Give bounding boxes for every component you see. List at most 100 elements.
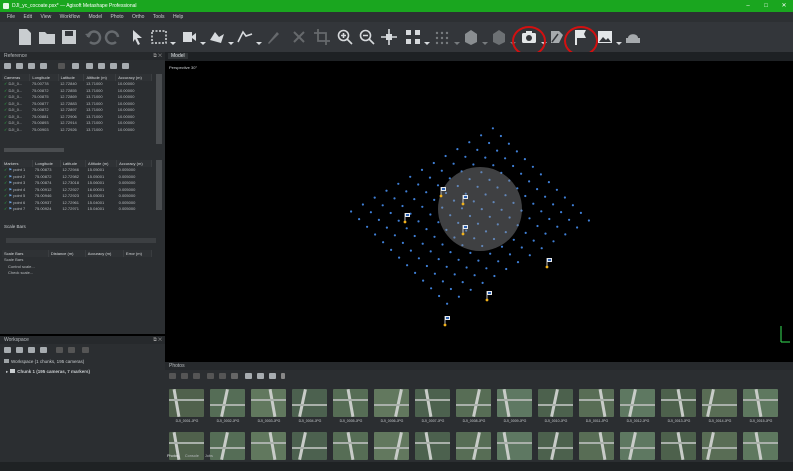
camera-dot[interactable] xyxy=(528,217,531,220)
tab-photos[interactable]: Photos xyxy=(167,454,179,458)
camera-dot[interactable] xyxy=(547,181,550,184)
cell[interactable]: 15.04001 xyxy=(86,206,117,213)
camera-dot[interactable] xyxy=(556,225,559,228)
open-folder-icon[interactable] xyxy=(38,28,56,46)
table-row[interactable]: ✓ ⚑ point 3 75.00874 12.73018 15.06001 0.005… xyxy=(2,180,152,187)
camera-dot[interactable] xyxy=(515,150,518,153)
camera-dot[interactable] xyxy=(397,219,400,222)
camera-dot[interactable] xyxy=(568,218,571,221)
camera-dot[interactable] xyxy=(432,161,435,165)
settings-icon[interactable] xyxy=(122,63,129,69)
photo-thumbnail[interactable] xyxy=(497,432,532,460)
camera-dot[interactable] xyxy=(532,239,535,242)
checkbox-icon[interactable]: ✓ xyxy=(4,187,7,192)
photo-thumbnail[interactable] xyxy=(620,389,655,417)
camera-dot[interactable] xyxy=(484,156,487,159)
camera-dot[interactable] xyxy=(564,233,567,236)
camera-dot[interactable] xyxy=(560,211,563,214)
cameras-hscrollbar[interactable] xyxy=(4,148,64,152)
camera-dot[interactable] xyxy=(496,149,499,152)
disable-icon[interactable] xyxy=(68,347,75,353)
rect-select-icon[interactable] xyxy=(150,28,168,46)
camera-dot[interactable] xyxy=(523,158,526,161)
camera-dot[interactable] xyxy=(444,154,447,158)
clear-icon[interactable] xyxy=(40,63,47,69)
camera-dot[interactable] xyxy=(536,188,539,191)
camera-dot[interactable] xyxy=(381,204,384,207)
menu-ortho[interactable]: Ortho xyxy=(132,12,145,22)
camera-dot[interactable] xyxy=(488,141,491,145)
convert-icon[interactable] xyxy=(28,63,35,69)
camera-dot[interactable] xyxy=(425,264,428,268)
checkbox-icon[interactable]: ✓ xyxy=(4,167,7,172)
chevron-down-icon[interactable] xyxy=(169,34,177,52)
camera-dot[interactable] xyxy=(413,198,416,201)
camera-dot[interactable] xyxy=(461,281,464,284)
maximize-button[interactable]: □ xyxy=(757,0,775,12)
cell[interactable]: 10.00000 xyxy=(116,126,152,133)
camera-dot[interactable] xyxy=(452,162,455,165)
camera-dot[interactable] xyxy=(516,261,520,264)
marker-flag-icon[interactable] xyxy=(545,258,552,269)
camera-dot[interactable] xyxy=(477,259,480,262)
camera-dot[interactable] xyxy=(449,287,452,291)
camera-dot[interactable] xyxy=(405,227,408,230)
marker-flag-icon[interactable] xyxy=(485,291,492,302)
camera-dot[interactable] xyxy=(421,205,424,208)
camera-dot[interactable] xyxy=(499,134,502,138)
camera-dot[interactable] xyxy=(433,235,436,238)
menu-model[interactable]: Model xyxy=(88,12,102,22)
rotate-right-icon[interactable] xyxy=(219,373,226,379)
camera-dot[interactable] xyxy=(440,169,443,172)
photo-thumbnail[interactable] xyxy=(251,389,286,417)
photo-thumbnail[interactable] xyxy=(415,389,450,417)
camera-dot[interactable] xyxy=(497,260,500,263)
photo-thumbnail[interactable] xyxy=(210,389,245,417)
camera-dot[interactable] xyxy=(520,246,523,249)
checkbox-icon[interactable]: ✓ xyxy=(4,114,7,119)
camera-dot[interactable] xyxy=(409,249,412,252)
menu-workflow[interactable]: Workflow xyxy=(60,12,80,22)
camera-dot[interactable] xyxy=(430,287,433,290)
camera-dot[interactable] xyxy=(468,141,471,144)
photo-thumbnail[interactable] xyxy=(661,432,696,460)
checkbox-icon[interactable]: ✓ xyxy=(4,107,7,112)
camera-dot[interactable] xyxy=(417,257,420,260)
camera-dot[interactable] xyxy=(377,218,380,221)
camera-dot[interactable] xyxy=(422,279,425,282)
photo-thumbnail[interactable] xyxy=(456,389,491,417)
checkbox-icon[interactable]: ✓ xyxy=(4,81,7,86)
camera-dot[interactable] xyxy=(480,134,483,137)
add-folder-icon[interactable] xyxy=(28,347,35,353)
camera-dot[interactable] xyxy=(507,142,510,145)
cell[interactable]: 0.005000 xyxy=(117,206,152,213)
menu-edit[interactable]: Edit xyxy=(23,12,32,22)
shape-icon[interactable] xyxy=(208,28,226,46)
chevron-down-icon[interactable] xyxy=(423,34,431,52)
camera-dot[interactable] xyxy=(563,196,566,199)
camera-dot[interactable] xyxy=(441,243,444,246)
checkbox-icon[interactable]: ✓ xyxy=(4,120,7,125)
camera-dot[interactable] xyxy=(464,155,467,158)
chevron-down-icon[interactable] xyxy=(199,34,207,52)
camera-dot[interactable] xyxy=(413,234,416,238)
checkbox-icon[interactable]: ✓ xyxy=(4,180,7,185)
camera-dot[interactable] xyxy=(433,198,436,201)
disable-camera-icon[interactable] xyxy=(181,373,188,379)
brush-icon[interactable] xyxy=(264,28,282,46)
photo-thumbnail[interactable] xyxy=(374,389,409,417)
table-row[interactable]: ✓ ⚑ point 5 75.00946 12.72923 15.05001 0.005… xyxy=(2,193,152,200)
workspace-root[interactable]: Workspace (1 chunks, 195 cameras) xyxy=(4,359,84,364)
camera-dot[interactable] xyxy=(436,184,440,187)
menu-view[interactable]: View xyxy=(40,12,51,22)
expand-arrow-icon[interactable]: ▸ xyxy=(6,369,8,374)
table-row[interactable]: ✓ ⚑ point 4 75.00912 12.72927 16.00001 0.005… xyxy=(2,186,152,193)
photo-thumbnail[interactable] xyxy=(743,389,778,417)
dense-cloud-icon[interactable] xyxy=(434,28,452,46)
chevron-down-icon[interactable] xyxy=(615,34,623,52)
checkbox-icon[interactable]: ✓ xyxy=(4,193,7,198)
camera-dot[interactable] xyxy=(508,253,512,256)
tiles-icon[interactable] xyxy=(624,28,642,46)
camera-dot[interactable] xyxy=(433,272,436,275)
tab-jobs[interactable]: Jobs xyxy=(205,454,213,458)
